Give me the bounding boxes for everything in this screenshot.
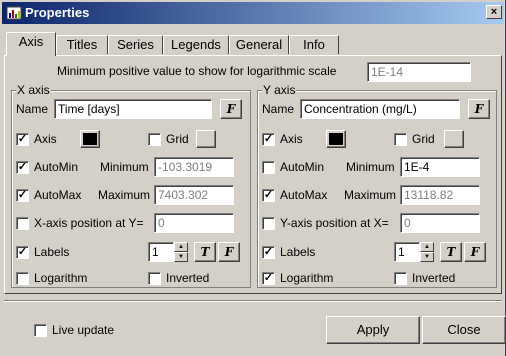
x-grid-checkbox[interactable]	[148, 133, 161, 146]
apply-button[interactable]: Apply	[326, 316, 420, 344]
x-minimum-label: Minimum	[100, 160, 149, 174]
y-grid-checkbox[interactable]	[394, 133, 407, 146]
close-icon[interactable]: ×	[486, 5, 502, 19]
x-inverted-label: Inverted	[166, 271, 210, 285]
x-labels-font-button[interactable]: F	[218, 242, 240, 262]
y-log-label: Logarithm	[280, 271, 334, 285]
x-automax-label: AutoMax	[34, 188, 82, 202]
y-axis-color-swatch	[329, 133, 343, 145]
x-axis-color-swatch	[83, 133, 97, 145]
y-axis-group: Y axis Name Concentration (mg/L) F ✓ Axi…	[257, 83, 497, 288]
y-labels-stepper[interactable]: 1 ▲ ▼	[394, 242, 434, 262]
y-automax-checkbox[interactable]: ✓	[262, 189, 275, 202]
y-axis-group-title: Y axis	[262, 83, 297, 97]
y-position-input[interactable]: 0	[400, 213, 480, 233]
y-axis-color-button[interactable]	[326, 130, 346, 148]
y-labels-up-icon[interactable]: ▲	[420, 242, 434, 252]
y-labels-title-font-button[interactable]: T	[440, 242, 462, 262]
footer-separator	[4, 300, 502, 302]
min-positive-input[interactable]: 1E-14	[367, 62, 471, 82]
x-position-input[interactable]: 0	[154, 213, 234, 233]
tab-axis[interactable]: Axis	[6, 32, 56, 56]
title-bar[interactable]: Properties ×	[2, 2, 504, 24]
x-maximum-input[interactable]: 7403.302	[154, 185, 234, 205]
y-maximum-input[interactable]: 13118.82	[400, 185, 480, 205]
x-name-font-button[interactable]: F	[220, 99, 242, 119]
live-update-checkbox[interactable]	[34, 324, 47, 337]
y-axis-checkbox[interactable]: ✓	[262, 133, 275, 146]
tab-legends[interactable]: Legends	[163, 35, 229, 54]
y-position-label: Y-axis position at X=	[280, 216, 389, 230]
y-inverted-label: Inverted	[412, 271, 456, 285]
y-name-font-button[interactable]: F	[468, 99, 490, 119]
x-labels-stepper[interactable]: 1 ▲ ▼	[148, 242, 188, 262]
x-labels-value[interactable]: 1	[148, 242, 174, 262]
y-maximum-label: Maximum	[344, 188, 397, 202]
y-labels-checkbox[interactable]: ✓	[262, 246, 275, 259]
x-labels-down-icon[interactable]: ▼	[174, 252, 188, 262]
y-labels-label: Labels	[280, 245, 316, 259]
tab-info[interactable]: Info	[289, 35, 339, 54]
x-position-label: X-axis position at Y=	[34, 216, 144, 230]
y-labels-value[interactable]: 1	[394, 242, 420, 262]
y-labels-font-button[interactable]: F	[464, 242, 486, 262]
x-position-checkbox[interactable]	[16, 217, 29, 230]
tab-titles[interactable]: Titles	[56, 35, 108, 54]
y-position-checkbox[interactable]	[262, 217, 275, 230]
x-name-input[interactable]: Time [days]	[54, 99, 212, 119]
x-axis-label: Axis	[34, 132, 57, 146]
x-inverted-checkbox[interactable]	[148, 272, 161, 285]
y-name-label: Name	[262, 102, 295, 116]
x-minimum-input[interactable]: -103.3019	[154, 157, 234, 177]
axis-tab-panel: Minimum positive value to show for logar…	[4, 55, 502, 294]
tab-bar: Axis Titles Series Legends General Info	[0, 32, 506, 56]
window-icon	[6, 6, 22, 20]
x-log-checkbox[interactable]	[16, 272, 29, 285]
y-inverted-checkbox[interactable]	[394, 272, 407, 285]
x-automax-checkbox[interactable]: ✓	[16, 189, 29, 202]
x-grid-color-button[interactable]	[196, 130, 216, 148]
x-log-label: Logarithm	[34, 271, 88, 285]
x-automin-checkbox[interactable]: ✓	[16, 161, 29, 174]
tab-general[interactable]: General	[229, 35, 289, 54]
x-maximum-label: Maximum	[98, 188, 151, 202]
x-axis-group: X axis Name Time [days] F ✓ Axis Grid ✓ …	[11, 83, 251, 288]
y-grid-label: Grid	[412, 132, 435, 146]
y-minimum-label: Minimum	[346, 160, 395, 174]
x-automin-label: AutoMin	[34, 160, 79, 174]
tab-series[interactable]: Series	[108, 35, 163, 54]
window-title: Properties	[25, 5, 90, 20]
y-automin-label: AutoMin	[280, 160, 325, 174]
y-grid-color-button[interactable]	[444, 130, 464, 148]
y-automax-label: AutoMax	[280, 188, 328, 202]
x-axis-color-button[interactable]	[80, 130, 100, 148]
live-update-label: Live update	[52, 323, 115, 337]
x-axis-checkbox[interactable]: ✓	[16, 133, 29, 146]
close-button[interactable]: Close	[422, 316, 506, 344]
x-grid-label: Grid	[166, 132, 189, 146]
properties-dialog: Properties × Axis Titles Series Legends …	[0, 0, 506, 356]
y-name-input[interactable]: Concentration (mg/L)	[300, 99, 460, 119]
y-minimum-input[interactable]: 1E-4	[400, 157, 480, 177]
x-labels-label: Labels	[34, 245, 70, 259]
x-name-label: Name	[16, 102, 49, 116]
y-automin-checkbox[interactable]	[262, 161, 275, 174]
x-labels-up-icon[interactable]: ▲	[174, 242, 188, 252]
x-axis-group-title: X axis	[16, 83, 51, 97]
y-axis-label: Axis	[280, 132, 303, 146]
x-labels-checkbox[interactable]: ✓	[16, 246, 29, 259]
x-labels-title-font-button[interactable]: T	[194, 242, 216, 262]
y-log-checkbox[interactable]: ✓	[262, 272, 275, 285]
y-labels-down-icon[interactable]: ▼	[420, 252, 434, 262]
min-positive-label: Minimum positive value to show for logar…	[57, 64, 337, 78]
